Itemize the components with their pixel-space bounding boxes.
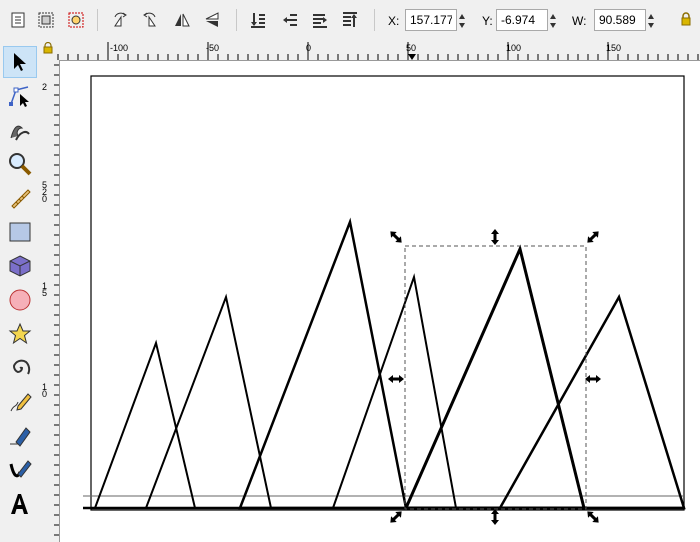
triangle[interactable] [497,293,686,510]
scale-handle-ne[interactable] [585,229,602,246]
scale-handle-nw[interactable] [388,229,405,246]
scale-handle-s[interactable] [491,509,499,525]
ruler-label: 0 [42,389,47,399]
deselect-icon[interactable] [64,8,88,32]
w-label: W: [572,14,587,28]
ruler-label: -50 [206,43,219,53]
calligraphy-icon[interactable] [3,454,37,486]
y-field[interactable] [496,9,556,31]
triangle[interactable] [238,217,408,510]
lock-icon[interactable] [680,12,692,26]
zoom-icon[interactable] [3,148,37,180]
horizontal-ruler[interactable]: -100 -50 0 50 100 150 [40,40,700,61]
y-input[interactable] [497,10,547,30]
3d-box-icon[interactable] [3,250,37,282]
x-field[interactable] [405,9,465,31]
ruler-label: 100 [506,43,521,53]
ellipse-icon[interactable] [3,284,37,316]
ruler-label: 0 [306,43,311,53]
spiral-icon[interactable] [3,352,37,384]
flip-horizontal-icon[interactable] [170,8,194,32]
star-icon[interactable] [3,318,37,350]
flip-vertical-icon[interactable] [200,8,224,32]
ruler-label: 150 [606,43,621,53]
triangle[interactable] [331,273,458,509]
pen-icon[interactable] [3,420,37,452]
lower-icon[interactable] [308,8,332,32]
scale-handle-n[interactable] [491,229,499,245]
measure-icon[interactable] [3,182,37,214]
y-label: Y: [482,14,493,28]
ruler-label: 50 [406,43,416,53]
triangle[interactable] [93,339,197,509]
scale-handle-w[interactable] [388,375,404,383]
w-field[interactable] [594,9,654,31]
text-icon[interactable] [3,488,37,520]
w-input[interactable] [595,10,645,30]
selector-arrow-icon[interactable] [3,46,37,78]
drawing-canvas[interactable] [60,61,700,542]
w-spin-arrows-icon[interactable] [646,10,656,32]
scale-handle-se[interactable] [585,509,602,526]
vertical-ruler[interactable]: 2 5 2 0 1 5 1 0 [40,60,60,542]
node-editor-icon[interactable] [3,80,37,112]
ruler-label: 5 [42,288,47,298]
tweak-icon[interactable] [3,114,37,146]
toolbox [0,40,41,542]
scale-handle-e[interactable] [585,375,601,383]
scale-handle-sw[interactable] [388,509,405,526]
raise-to-top-icon[interactable] [246,8,270,32]
y-spin-arrows-icon[interactable] [548,10,558,32]
ruler-label: -100 [110,43,128,53]
ruler-lock-icon[interactable] [43,42,53,54]
ruler-label: 0 [42,194,47,204]
select-all-in-all-layers-icon[interactable] [34,8,58,32]
rectangle-icon[interactable] [3,216,37,248]
rotate-ccw-icon[interactable] [108,8,132,32]
raise-icon[interactable] [278,8,302,32]
rotate-cw-icon[interactable] [138,8,162,32]
x-label: X: [388,14,400,28]
lower-to-bottom-icon[interactable] [338,8,362,32]
x-spin-arrows-icon[interactable] [457,10,467,32]
command-toolbar: X: Y: W: [0,0,700,41]
x-input[interactable] [406,10,456,30]
ruler-label: 2 [42,82,47,92]
select-all-icon[interactable] [6,8,30,32]
pencil-icon[interactable] [3,386,37,418]
